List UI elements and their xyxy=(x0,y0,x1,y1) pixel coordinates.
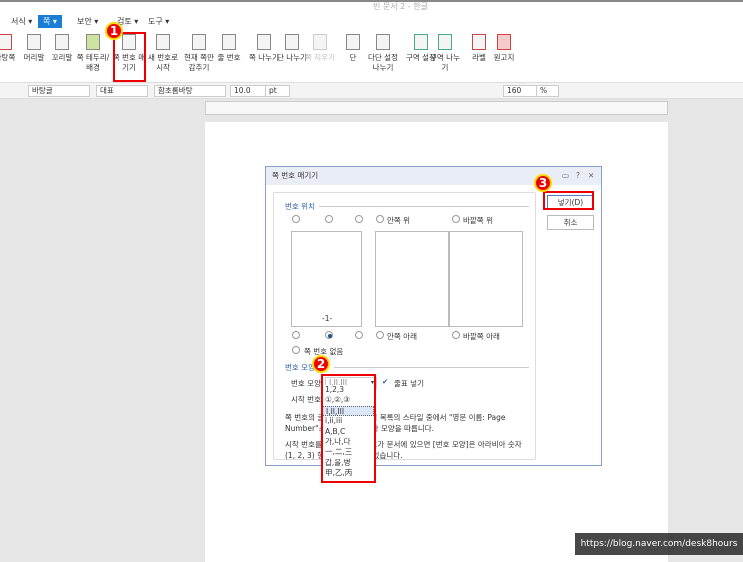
preview-number: -1- xyxy=(322,314,333,323)
header-icon xyxy=(27,34,41,50)
ribbon-hide-page[interactable]: 현재 쪽만 감추기 xyxy=(182,34,216,73)
tab-security[interactable]: 보안 ▾ xyxy=(72,15,103,28)
format-toolbar: 바탕글 대표 함초롬바탕 10.0 pt 160 % xyxy=(0,83,743,99)
cancel-button[interactable]: 취소 xyxy=(547,215,594,230)
tab-tools[interactable]: 도구 ▾ xyxy=(143,15,174,28)
step-badge-1: 1 xyxy=(105,22,123,40)
shape-label: 번호 모양 xyxy=(291,379,321,388)
label: 꼬리말 xyxy=(51,53,73,62)
ribbon-line-number[interactable]: 줄 번호 xyxy=(212,34,246,63)
radio-bottom-right[interactable] xyxy=(355,331,363,339)
zoom-input[interactable]: 160 xyxy=(503,85,537,97)
single-page-preview: -1- xyxy=(291,231,362,327)
minimize-icon[interactable]: ▭ xyxy=(562,171,569,180)
font-size-input[interactable]: 10.0 xyxy=(230,85,266,97)
radio-bottom-center[interactable] xyxy=(325,331,333,339)
radio-top-right[interactable] xyxy=(355,215,363,223)
section-settings-icon xyxy=(414,34,428,50)
outer-bottom-label: 바깥쪽 아래 xyxy=(463,332,500,341)
label: 쪽 지우기 xyxy=(305,53,335,62)
label: 라벨 xyxy=(472,53,486,62)
position-section-label: 번호 위치 xyxy=(285,202,315,211)
label: 새 번호로 시작 xyxy=(148,53,178,72)
radio-bottom-left[interactable] xyxy=(292,331,300,339)
label: 쪽 테두리/ 배경 xyxy=(76,53,110,72)
highlight-box-3 xyxy=(543,191,594,210)
radio-no-number[interactable] xyxy=(292,346,300,354)
ribbon-columns[interactable]: 단 xyxy=(336,34,370,63)
step-badge-2: 2 xyxy=(312,355,330,373)
ribbon-multi-column[interactable]: 다단 설정 나누기 xyxy=(366,34,400,73)
radio-outer-top[interactable] xyxy=(452,215,460,223)
help-icon[interactable]: ? xyxy=(576,171,580,180)
page-border-icon xyxy=(86,34,100,50)
tab-format[interactable]: 서식 ▾ xyxy=(6,15,37,28)
highlight-box-1 xyxy=(113,32,146,82)
step-badge-3: 3 xyxy=(534,174,552,192)
hide-page-icon xyxy=(192,34,206,50)
font-select[interactable]: 함초롬바탕 xyxy=(154,85,226,97)
delete-page-icon xyxy=(313,34,327,50)
page-number-dialog: 쪽 번호 매기기 ▭ ? ✕ 번호 위치 안쪽 위 바깥쪽 위 -1- 안쪽 아… xyxy=(265,166,602,466)
multi-column-icon xyxy=(376,34,390,50)
column-break-icon xyxy=(285,34,299,50)
label: 머리말 xyxy=(23,53,45,62)
dash-checkbox[interactable]: ✔ xyxy=(382,377,388,386)
language-select[interactable]: 대표 xyxy=(96,85,148,97)
radio-top-center[interactable] xyxy=(325,215,333,223)
right-page-preview xyxy=(449,231,523,327)
radio-outer-bottom[interactable] xyxy=(452,331,460,339)
ribbon-section-break[interactable]: 구역 나누기 xyxy=(428,34,462,73)
label-icon xyxy=(472,34,486,50)
shape-section-label: 번호 모양 xyxy=(285,363,315,372)
footer-icon xyxy=(55,34,69,50)
label: 현재 쪽만 감추기 xyxy=(184,53,214,72)
tab-page[interactable]: 쪽 ▾ xyxy=(38,15,62,28)
window-title: 빈 문서 2 - 한글 xyxy=(373,2,428,11)
radio-inner-bottom[interactable] xyxy=(376,331,384,339)
divider xyxy=(334,367,529,368)
style-select[interactable]: 바탕글 xyxy=(28,85,90,97)
label: 원고지 xyxy=(493,53,515,62)
line-number-icon xyxy=(222,34,236,50)
close-icon[interactable]: ✕ xyxy=(588,171,594,180)
inner-top-label: 안쪽 위 xyxy=(387,216,411,225)
options-panel: 번호 위치 안쪽 위 바깥쪽 위 -1- 안쪽 아래 바깥쪽 아래 쪽 번호 없… xyxy=(273,192,536,460)
master-page-icon xyxy=(0,34,12,50)
label: 바탕쪽 xyxy=(0,53,16,62)
ribbon-manuscript[interactable]: 원고지 xyxy=(487,34,521,63)
watermark: https://blog.naver.com/desk8hours xyxy=(575,533,743,555)
ribbon-new-number[interactable]: 새 번호로 시작 xyxy=(146,34,180,73)
highlight-box-2 xyxy=(321,374,376,483)
dash-label: 줄표 넣기 xyxy=(394,379,424,388)
font-size-unit: pt xyxy=(266,85,290,97)
radio-top-left[interactable] xyxy=(292,215,300,223)
divider xyxy=(319,206,529,207)
start-number-label: 시작 번호 xyxy=(291,395,321,404)
ribbon-page-border[interactable]: 쪽 테두리/ 배경 xyxy=(76,34,110,73)
new-number-icon xyxy=(156,34,170,50)
label: 단 xyxy=(349,53,357,62)
ribbon-delete-page[interactable]: 쪽 지우기 xyxy=(303,34,337,63)
outer-top-label: 바깥쪽 위 xyxy=(463,216,493,225)
page-break-icon xyxy=(257,34,271,50)
label: 구역 나누기 xyxy=(430,53,460,72)
title-bar xyxy=(0,0,743,12)
zoom-unit: % xyxy=(537,85,559,97)
columns-icon xyxy=(346,34,360,50)
manuscript-icon xyxy=(497,34,511,50)
ruler[interactable] xyxy=(205,101,668,115)
left-page-preview xyxy=(375,231,449,327)
ribbon-footer[interactable]: 꼬리말 xyxy=(45,34,79,63)
label: 줄 번호 xyxy=(217,53,241,62)
section-break-icon xyxy=(438,34,452,50)
radio-inner-top[interactable] xyxy=(376,215,384,223)
label: 다단 설정 나누기 xyxy=(368,53,398,72)
inner-bottom-label: 안쪽 아래 xyxy=(387,332,417,341)
